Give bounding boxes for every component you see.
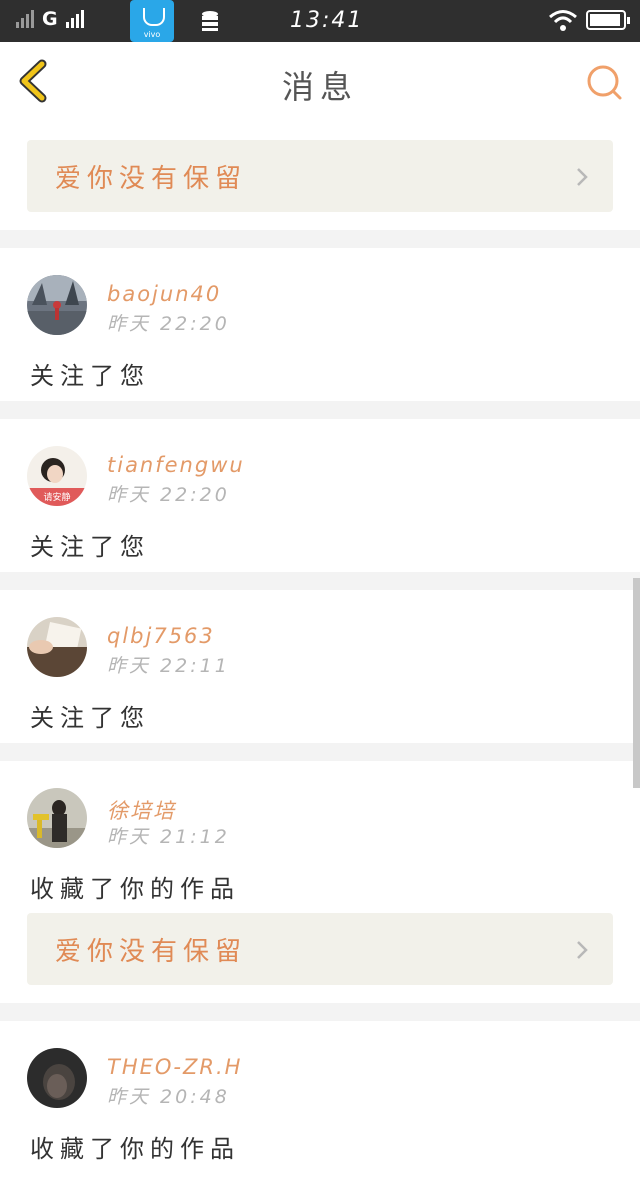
timestamp: 昨天 22:20 — [107, 313, 230, 335]
message-item[interactable]: THEO-ZR.H 昨天 20:48 收藏了你的作品 — [0, 1021, 640, 1181]
action-text: 关注了您 — [30, 704, 150, 732]
message-item[interactable]: qlbj7563 昨天 22:11 关注了您 — [0, 590, 640, 743]
signal-2-icon — [65, 10, 84, 28]
scrollbar[interactable] — [633, 578, 640, 788]
work-title: 爱你没有保留 — [55, 937, 248, 967]
app-store-icon: vivo — [130, 0, 174, 42]
username[interactable]: 徐培培 — [107, 795, 176, 825]
work-title: 爱你没有保留 — [55, 164, 248, 194]
timestamp: 昨天 20:48 — [107, 1086, 230, 1108]
nav-bar: 消息 — [0, 42, 640, 121]
message-item[interactable]: 徐培培 昨天 21:12 收藏了你的作品 爱你没有保留 — [0, 761, 640, 1003]
action-text: 收藏了你的作品 — [30, 1135, 240, 1163]
search-icon[interactable] — [584, 62, 624, 102]
timestamp: 昨天 22:20 — [107, 484, 230, 506]
action-text: 关注了您 — [30, 533, 150, 561]
signal-area: G — [16, 8, 84, 30]
timestamp: 昨天 22:11 — [107, 655, 230, 677]
username[interactable]: THEO-ZR.H — [107, 1055, 242, 1079]
battery-icon — [586, 10, 630, 30]
database-icon — [202, 11, 218, 31]
avatar[interactable]: 请安静 — [27, 446, 87, 506]
username[interactable]: tianfengwu — [107, 453, 245, 477]
status-time: 13:41 — [290, 8, 364, 33]
message-item[interactable]: 请安静 tianfengwu 昨天 22:20 关注了您 — [0, 419, 640, 572]
avatar[interactable] — [27, 275, 87, 335]
username[interactable]: baojun40 — [107, 282, 221, 306]
network-type: G — [42, 8, 58, 30]
action-text: 关注了您 — [30, 362, 150, 390]
avatar-badge: 请安静 — [43, 491, 70, 503]
avatar[interactable] — [27, 617, 87, 677]
wifi-icon — [549, 10, 577, 31]
timestamp: 昨天 21:12 — [107, 826, 230, 848]
username[interactable]: qlbj7563 — [107, 624, 215, 648]
work-card: 爱你没有保留 — [0, 120, 640, 230]
app-store-label: vivo — [143, 30, 161, 39]
status-bar: G vivo 13:41 — [0, 0, 640, 42]
chevron-right-icon — [577, 941, 588, 959]
page-title: 消息 — [281, 68, 358, 106]
work-link[interactable]: 爱你没有保留 — [27, 913, 613, 985]
avatar[interactable] — [27, 1048, 87, 1108]
message-item[interactable]: baojun40 昨天 22:20 关注了您 — [0, 248, 640, 401]
avatar[interactable] — [27, 788, 87, 848]
work-link[interactable]: 爱你没有保留 — [27, 140, 613, 212]
action-text: 收藏了你的作品 — [30, 875, 240, 903]
chevron-right-icon — [577, 168, 588, 186]
signal-1-icon — [16, 10, 34, 28]
